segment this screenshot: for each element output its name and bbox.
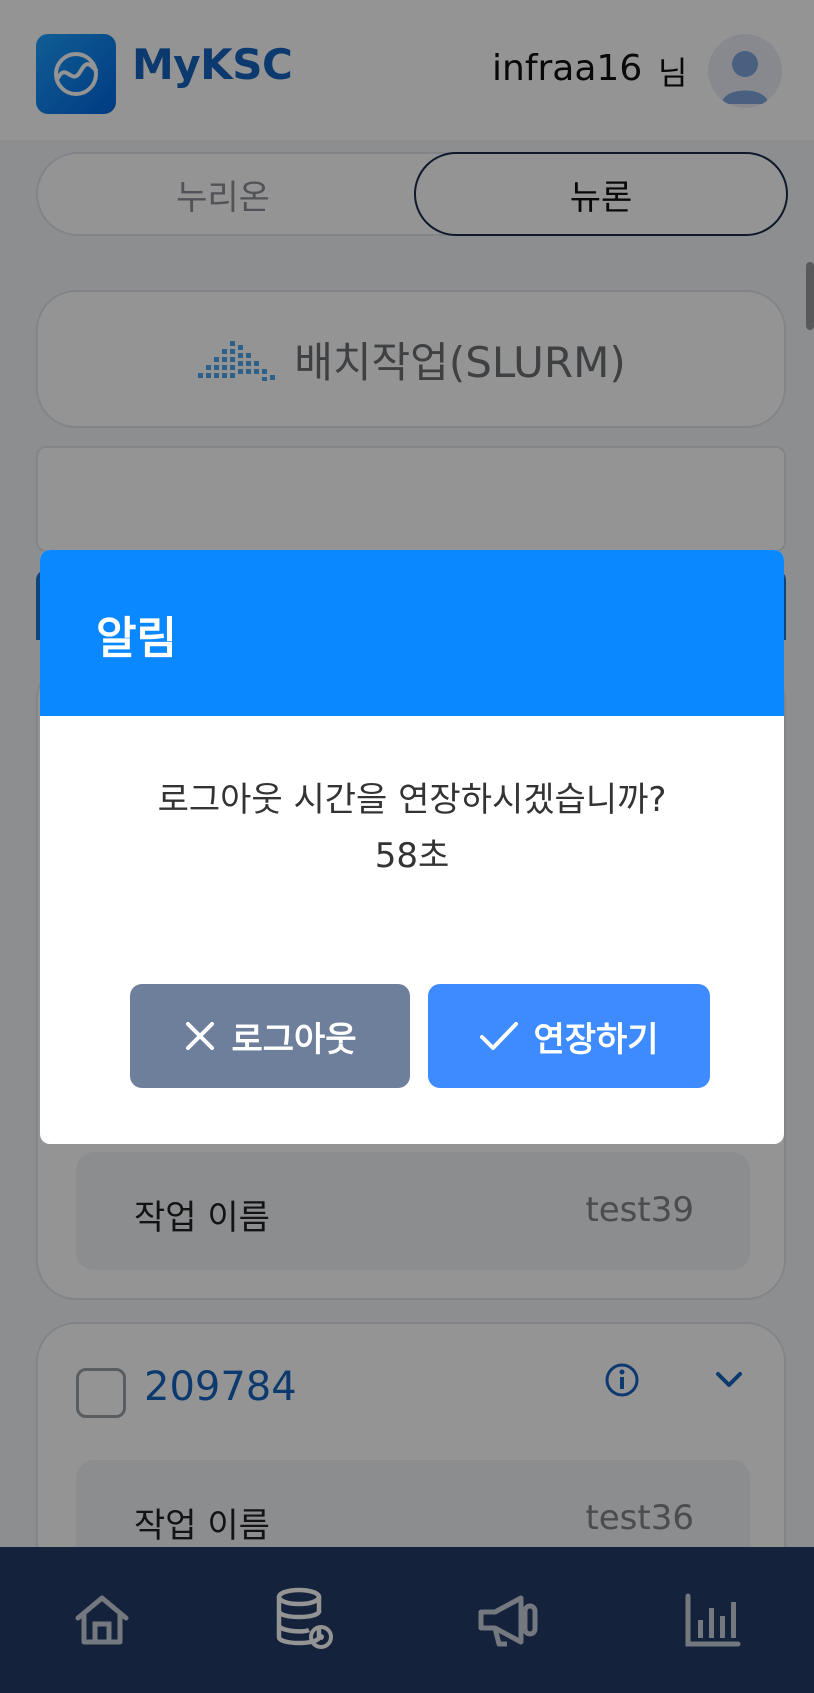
dialog-message: 로그아웃 시간을 연장하시겠습니까? xyxy=(157,780,667,820)
check-icon xyxy=(480,1022,519,1050)
countdown-text: 58초 xyxy=(374,836,450,876)
session-timeout-dialog: 알림 로그아웃 시간을 연장하시겠습니까? 58초 로그아웃 연장하기 xyxy=(40,550,784,1144)
extend-button-label: 연장하기 xyxy=(533,1019,659,1060)
logout-button[interactable]: 로그아웃 xyxy=(130,984,410,1088)
logout-button-label: 로그아웃 xyxy=(231,1019,357,1060)
dialog-header: 알림 xyxy=(40,550,784,716)
extend-button[interactable]: 연장하기 xyxy=(428,984,710,1088)
dialog-title: 알림 xyxy=(96,613,177,664)
close-icon xyxy=(186,1022,215,1050)
